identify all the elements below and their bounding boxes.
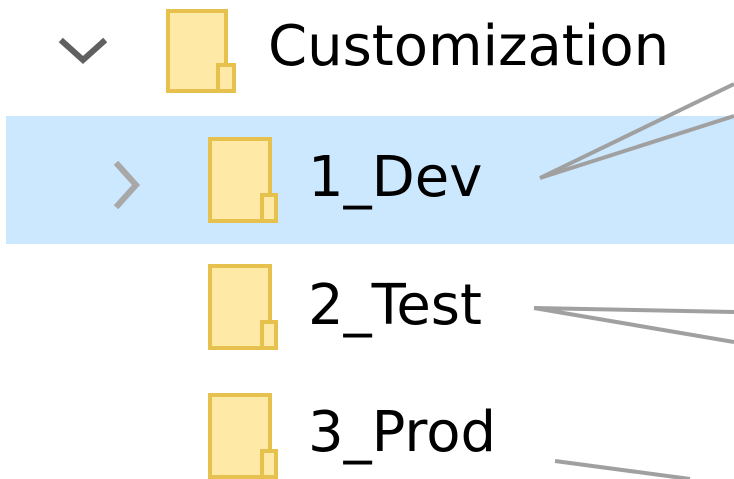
callout-line [533,306,734,314]
callout-line [533,306,734,344]
folder-icon [166,9,236,93]
tree-item-label: 2_Test [308,273,482,338]
folder-icon [208,393,278,479]
chevron-right-icon[interactable] [110,160,144,210]
folder-icon [208,137,278,223]
tree-item-label: 3_Prod [308,400,497,465]
navigation-tree: Customization 1_Dev 2_Test 3_Prod [0,0,734,479]
tree-item-label: 1_Dev [308,145,483,210]
folder-icon [208,264,278,350]
callout-line [554,459,691,479]
chevron-down-icon[interactable] [58,34,108,68]
tree-item-label: Customization [268,14,670,79]
